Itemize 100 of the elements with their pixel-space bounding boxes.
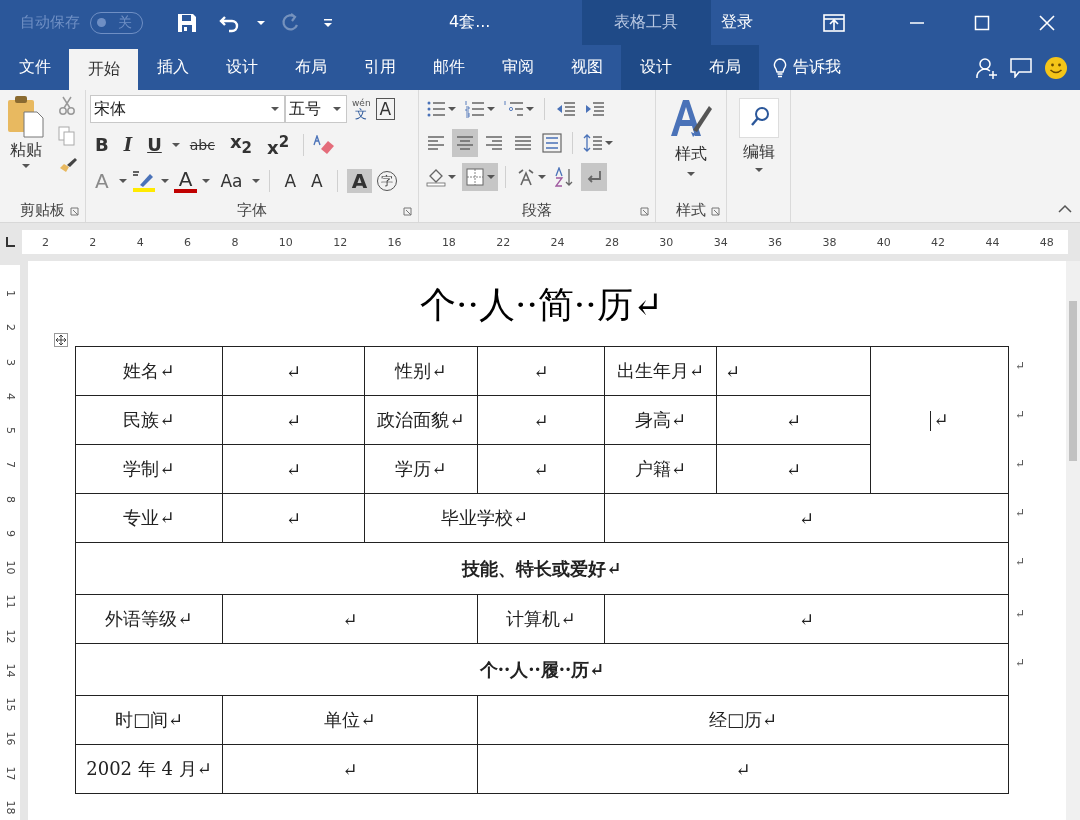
smiley-icon[interactable] (1044, 55, 1068, 80)
table-move-handle-icon[interactable] (54, 333, 68, 347)
cell-text: ↵ (735, 758, 751, 780)
ribbon-tab[interactable]: 设计 (621, 45, 690, 90)
ribbon-tab[interactable]: 邮件 (414, 45, 483, 90)
cell-text: 学制↵ (123, 458, 175, 479)
italic-button[interactable]: I (118, 133, 138, 157)
cell-text: ↵ (285, 507, 302, 529)
font-size-dropdown[interactable]: 五号 (285, 95, 347, 123)
paintbrush-icon[interactable] (58, 156, 78, 174)
caret-icon[interactable] (448, 174, 456, 180)
caret-icon[interactable] (605, 140, 613, 146)
ruler-number: 14 (3, 663, 17, 678)
cell-text: ↵ (342, 608, 358, 630)
shrink-font-button[interactable]: A (306, 169, 328, 193)
dialog-launcher-icon[interactable] (70, 207, 79, 216)
ribbon-tab[interactable]: 文件 (0, 45, 69, 90)
share-icon[interactable] (976, 56, 998, 79)
ribbon-tab[interactable]: 设计 (207, 45, 276, 90)
strike-button[interactable]: abc (184, 133, 220, 157)
caret-icon[interactable] (160, 178, 169, 184)
comment-icon[interactable] (1010, 57, 1032, 78)
ruler-number: 16 (3, 731, 17, 746)
borders-button[interactable] (462, 163, 498, 191)
ribbon-tab[interactable]: 引用 (345, 45, 414, 90)
ruler-number: 38 (822, 235, 837, 249)
cell-text: ↵ (285, 458, 302, 480)
phonetic-guide-button[interactable]: wén 文 (352, 98, 371, 120)
asian-layout-icon (516, 167, 536, 187)
ruler-number: 18 (441, 235, 456, 249)
caret-icon[interactable] (687, 171, 695, 177)
ribbon-display-icon[interactable] (823, 13, 845, 32)
font-color-button[interactable]: A (173, 169, 198, 193)
ribbon-tab[interactable]: 布局 (690, 45, 759, 90)
script-button[interactable]: x$^{2}$ (262, 130, 295, 160)
eraser-icon[interactable] (313, 135, 336, 155)
numbering-icon (465, 99, 485, 119)
lightbulb-icon (773, 57, 787, 78)
save-icon[interactable] (177, 12, 197, 33)
ruler-number: 28 (604, 235, 619, 249)
paragraph-mark-button[interactable] (581, 163, 607, 191)
context-label: 表格工具 (581, 0, 711, 45)
dialog-launcher-icon[interactable] (711, 207, 720, 216)
change-case-button[interactable]: Aa (215, 169, 248, 193)
dialog-launcher-icon[interactable] (640, 207, 649, 216)
ruler-number: 12 (333, 235, 348, 249)
cell-text: 专业↵ (123, 507, 175, 528)
styles-button[interactable]: 样式 (660, 94, 722, 198)
ruler-number: 36 (768, 235, 783, 249)
caret-icon[interactable] (252, 178, 261, 184)
ribbon-tab[interactable]: 开始 (69, 49, 138, 90)
script-button[interactable]: x$_{2}$ (224, 130, 257, 160)
ribbon-tab[interactable]: 布局 (276, 45, 345, 90)
document-heading: 个··人··简··历↵ (419, 283, 664, 327)
caret-icon[interactable] (171, 142, 180, 148)
cell-text: ↵ (798, 507, 815, 529)
scrollbar-thumb[interactable] (1069, 301, 1077, 461)
caret-icon[interactable] (538, 174, 546, 180)
sign-in-link[interactable]: 登录 (721, 12, 753, 33)
character-shading-button[interactable]: A (346, 169, 373, 193)
tell-me-search[interactable]: 告诉我 (773, 45, 841, 90)
caret-icon[interactable] (257, 19, 265, 26)
tab-stop-icon[interactable] (4, 236, 16, 248)
maximize-icon[interactable] (974, 14, 990, 31)
cell-text: 姓名↵ (123, 360, 175, 381)
section-heading: 技能、特长或爱好↵ (462, 557, 622, 579)
caret-icon[interactable] (487, 174, 495, 180)
vertical-scrollbar[interactable] (1066, 261, 1080, 820)
dialog-launcher-icon[interactable] (403, 207, 412, 216)
collapse-ribbon-icon[interactable] (1058, 204, 1072, 214)
caret-icon[interactable] (526, 106, 534, 112)
align-left-icon (426, 133, 446, 153)
row-end-mark: ↵ (1015, 407, 1026, 422)
caret-icon[interactable] (448, 106, 456, 112)
grow-font-button[interactable]: A (279, 169, 302, 193)
group-label: 字体 (237, 200, 267, 220)
ribbon-tab[interactable]: 视图 (552, 45, 621, 90)
caret-icon[interactable] (487, 106, 495, 112)
ribbon-tab[interactable]: 插入 (138, 45, 207, 90)
caret-icon[interactable] (333, 106, 341, 112)
ruler-number: 2 (3, 324, 17, 332)
editing-button[interactable]: 编辑 (731, 94, 786, 198)
caret-icon[interactable] (754, 167, 763, 173)
customize-icon[interactable] (323, 17, 333, 28)
ruler-number: 42 (931, 235, 946, 249)
caret-icon[interactable] (118, 178, 127, 184)
cell-text: 性别↵ (395, 360, 447, 381)
caret-icon[interactable] (202, 178, 211, 184)
bold-button[interactable]: B (90, 133, 114, 157)
caret-icon[interactable] (22, 163, 30, 169)
highlighter-icon[interactable] (131, 169, 156, 193)
cell-text: ↵ (725, 360, 741, 382)
font-name-dropdown[interactable]: 宋体 (90, 95, 285, 123)
caret-icon[interactable] (271, 106, 279, 112)
scissors-icon[interactable] (58, 96, 76, 116)
close-icon[interactable] (1039, 14, 1055, 31)
paste-button[interactable]: 粘贴 (4, 94, 48, 198)
underline-button[interactable]: U (142, 133, 167, 157)
ribbon-tab[interactable]: 审阅 (483, 45, 552, 90)
character-border-button[interactable]: A (375, 98, 396, 120)
